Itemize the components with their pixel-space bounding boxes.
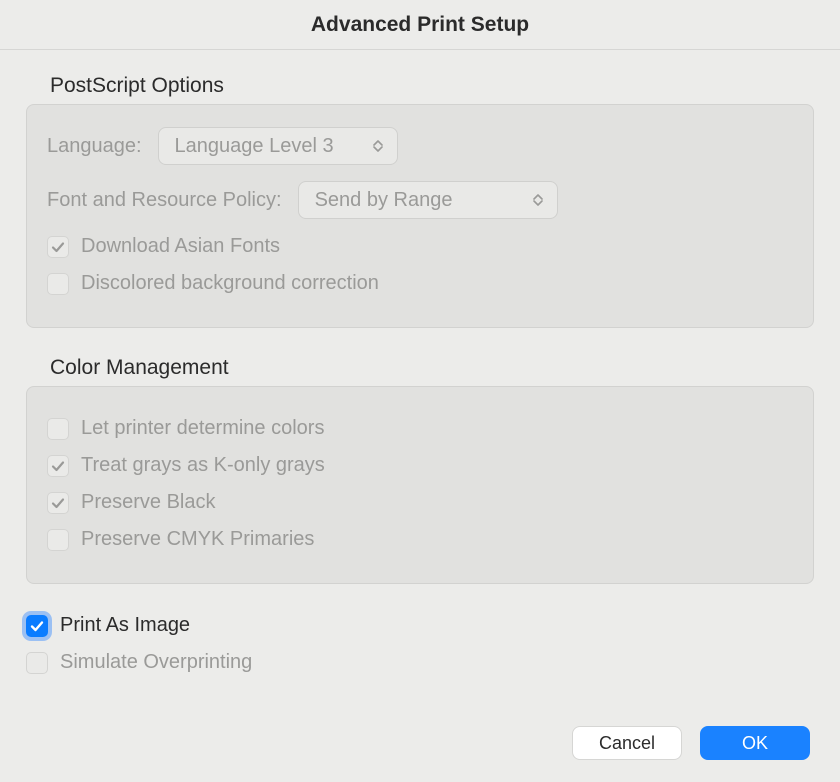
treat-grays-label: Treat grays as K-only grays <box>81 454 325 477</box>
preserve-black-checkbox[interactable] <box>47 492 69 514</box>
dialog-content: PostScript Options Language: Language Le… <box>0 50 840 782</box>
download-asian-fonts-checkbox[interactable] <box>47 236 69 258</box>
updown-icon <box>373 140 383 152</box>
print-as-image-checkbox[interactable] <box>26 615 48 637</box>
postscript-options-panel: Language: Language Level 3 Font and Reso… <box>26 104 814 328</box>
preserve-black-row: Preserve Black <box>47 491 793 514</box>
font-resource-policy-select[interactable]: Send by Range <box>298 181 558 219</box>
discolored-bg-checkbox[interactable] <box>47 273 69 295</box>
simulate-overprinting-row: Simulate Overprinting <box>26 651 814 674</box>
ok-button[interactable]: OK <box>700 726 810 760</box>
preserve-cmyk-checkbox[interactable] <box>47 529 69 551</box>
discolored-bg-label: Discolored background correction <box>81 272 379 295</box>
standalone-options: Print As Image Simulate Overprinting <box>22 614 814 674</box>
postscript-options-label: PostScript Options <box>50 74 814 98</box>
let-printer-row: Let printer determine colors <box>47 417 793 440</box>
dialog-title-bar: Advanced Print Setup <box>0 0 840 50</box>
language-row: Language: Language Level 3 <box>47 127 793 165</box>
language-select[interactable]: Language Level 3 <box>158 127 398 165</box>
cancel-button[interactable]: Cancel <box>572 726 682 760</box>
download-asian-fonts-label: Download Asian Fonts <box>81 235 280 258</box>
language-label: Language: <box>47 135 142 158</box>
print-as-image-row: Print As Image <box>26 614 814 637</box>
let-printer-label: Let printer determine colors <box>81 417 324 440</box>
download-asian-fonts-row: Download Asian Fonts <box>47 235 793 258</box>
treat-grays-row: Treat grays as K-only grays <box>47 454 793 477</box>
updown-icon <box>533 194 543 206</box>
font-resource-policy-row: Font and Resource Policy: Send by Range <box>47 181 793 219</box>
dialog-title: Advanced Print Setup <box>311 13 529 37</box>
preserve-black-label: Preserve Black <box>81 491 216 514</box>
let-printer-checkbox[interactable] <box>47 418 69 440</box>
print-as-image-label: Print As Image <box>60 614 190 637</box>
ok-button-label: OK <box>742 733 768 754</box>
color-management-label: Color Management <box>50 356 814 380</box>
treat-grays-checkbox[interactable] <box>47 455 69 477</box>
simulate-overprinting-checkbox[interactable] <box>26 652 48 674</box>
font-resource-policy-label: Font and Resource Policy: <box>47 189 282 212</box>
font-resource-policy-value: Send by Range <box>315 189 453 212</box>
preserve-cmyk-row: Preserve CMYK Primaries <box>47 528 793 551</box>
color-management-panel: Let printer determine colors Treat grays… <box>26 386 814 584</box>
simulate-overprinting-label: Simulate Overprinting <box>60 651 252 674</box>
dialog-buttons: Cancel OK <box>572 726 810 760</box>
cancel-button-label: Cancel <box>599 733 655 754</box>
discolored-bg-row: Discolored background correction <box>47 272 793 295</box>
language-select-value: Language Level 3 <box>175 135 334 158</box>
preserve-cmyk-label: Preserve CMYK Primaries <box>81 528 314 551</box>
